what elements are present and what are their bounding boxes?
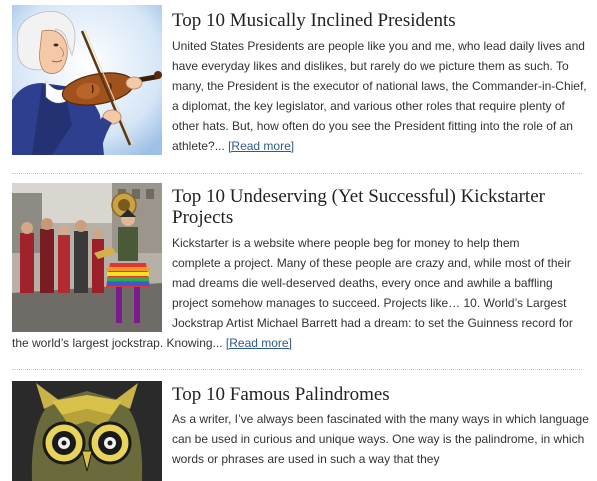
post-thumbnail-owl-art[interactable]	[12, 381, 162, 481]
post-excerpt-text: United States Presidents are people like…	[172, 39, 587, 153]
post-excerpt-line: Jockstrap Artist Michael Barrett had a d…	[172, 316, 573, 330]
post-divider	[12, 369, 582, 370]
read-more-link[interactable]: [Read more]	[228, 139, 294, 153]
post-excerpt: United States Presidents are people like…	[172, 36, 592, 156]
post-divider	[12, 173, 582, 174]
post-title[interactable]: Top 10 Famous Palindromes	[172, 384, 587, 405]
owl-art-illustration	[12, 381, 162, 481]
post-famous-palindromes: Top 10 Famous Palindromes As a writer, I…	[0, 377, 597, 481]
read-more-link[interactable]: [Read more]	[226, 336, 292, 350]
post-excerpt: As a writer, I’ve always been fascinated…	[172, 412, 589, 466]
post-excerpt-line: the world’s largest jockstrap. Knowing..…	[12, 333, 292, 353]
post-thumbnail-parade-photo[interactable]	[12, 183, 162, 332]
post-excerpt-line: project somehow manages to succeed. Proj…	[172, 296, 567, 310]
post-excerpt-line: Kickstarter is a website where people be…	[172, 236, 520, 250]
parade-photo-illustration	[12, 183, 162, 332]
violin-president-illustration	[12, 5, 162, 155]
post-kickstarter-projects: Top 10 Undeserving (Yet Successful) Kick…	[0, 177, 597, 377]
post-title[interactable]: Top 10 Musically Inclined Presidents	[172, 10, 587, 31]
post-musically-inclined-presidents: Top 10 Musically Inclined Presidents Uni…	[0, 0, 597, 176]
post-excerpt-text: the world’s largest jockstrap. Knowing..…	[12, 336, 223, 350]
post-thumbnail-violin-president[interactable]	[12, 5, 162, 155]
post-excerpt-line: mad dreams die well-deserved deaths, eve…	[172, 276, 553, 290]
post-excerpt-line: complete a project. Many of these people…	[172, 256, 571, 270]
post-title[interactable]: Top 10 Undeserving (Yet Successful) Kick…	[172, 186, 587, 228]
